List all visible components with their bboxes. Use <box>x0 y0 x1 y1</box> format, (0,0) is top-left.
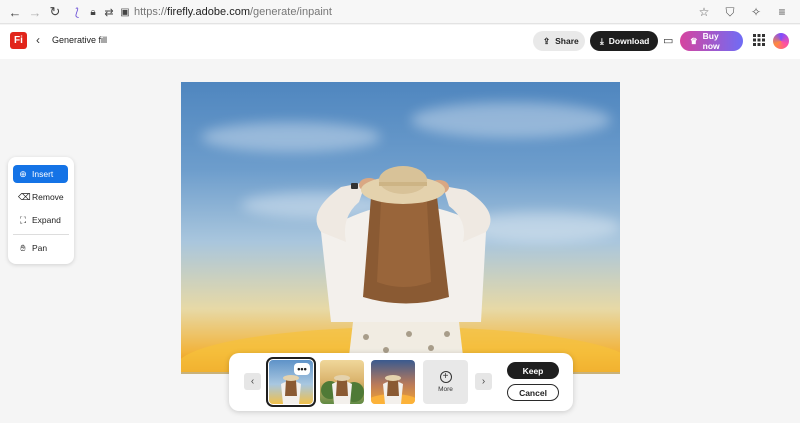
keep-button[interactable]: Keep <box>507 362 559 379</box>
plus-icon: + <box>439 371 452 383</box>
address-bar[interactable]: https://firefly.adobe.com/generate/inpai… <box>134 3 722 21</box>
tool-pan-label: Pan <box>32 243 48 253</box>
tool-divider <box>13 234 69 235</box>
shield-icon[interactable]: ⛉ <box>720 2 740 22</box>
chevron-right-icon: › <box>481 376 486 387</box>
user-avatar[interactable] <box>773 33 789 49</box>
sparkle-icon[interactable]: ✧ <box>746 2 766 22</box>
firefly-logo[interactable]: Fi <box>10 32 27 49</box>
variation-panel: ‹ ••• + More › Keep Cancel <box>229 353 573 411</box>
download-button[interactable]: ⤓ Download <box>590 31 658 51</box>
more-options-icon[interactable]: ••• <box>294 363 310 375</box>
menu-icon[interactable]: ≡ <box>772 2 792 22</box>
crown-icon: ♛ <box>690 35 698 46</box>
tool-expand[interactable]: ⛶ Expand <box>13 211 68 229</box>
tool-pan[interactable]: ✋︎ Pan <box>13 239 68 257</box>
browser-toolbar: ← → ↻ ⟅ 🔒︎ ⇄ ▣ https://firefly.adobe.com… <box>0 0 800 24</box>
share-button[interactable]: ⇪ Share <box>533 31 585 51</box>
variation-thumb-2[interactable] <box>320 360 364 404</box>
reload-icon[interactable]: ↻ <box>44 1 66 23</box>
tool-panel: ⊕ Insert ⌫ Remove ⛶ Expand ✋︎ Pan <box>8 157 74 264</box>
cancel-button[interactable]: Cancel <box>507 384 559 401</box>
insert-brush-icon: ⊕ <box>19 168 27 179</box>
tool-expand-label: Expand <box>32 215 61 225</box>
more-label: More <box>438 386 453 393</box>
variation-thumb-3[interactable] <box>371 360 415 404</box>
chevron-left-icon: ‹ <box>250 376 255 387</box>
apps-grid-icon[interactable] <box>753 34 765 46</box>
tool-insert-label: Insert <box>32 169 54 179</box>
page-icon[interactable]: ▣ <box>114 1 136 23</box>
share-icon: ⇪ <box>543 35 551 46</box>
share-label: Share <box>555 36 579 46</box>
tool-insert[interactable]: ⊕ Insert <box>13 165 68 183</box>
buy-now-label: Buy now <box>702 31 720 51</box>
back-arrow-icon[interactable]: ← <box>4 1 26 23</box>
woman-in-hat-photo <box>181 166 620 373</box>
variation-thumb-2-image <box>321 375 364 404</box>
hand-icon: ✋︎ <box>20 242 26 253</box>
variation-thumb-3-image <box>371 375 415 404</box>
url-path: /generate/inpaint <box>249 6 332 18</box>
eraser-icon: ⌫ <box>18 191 31 202</box>
back-chevron-icon[interactable]: ‹ <box>36 33 40 47</box>
variation-thumb-1[interactable]: ••• <box>266 357 316 407</box>
app-header: Fi ‹ Generative fill ⇪ Share ⤓ Download … <box>0 25 800 59</box>
more-variations-button[interactable]: + More <box>423 360 468 404</box>
star-icon[interactable]: ☆ <box>694 2 714 22</box>
download-icon: ⤓ <box>600 35 604 46</box>
url-host: firefly.adobe.com <box>167 6 250 18</box>
comment-icon[interactable]: ▭ <box>663 34 673 47</box>
download-label: Download <box>608 36 650 46</box>
tool-remove-label: Remove <box>32 192 64 202</box>
tool-remove[interactable]: ⌫ Remove <box>13 188 68 206</box>
url-prefix: https:// <box>134 6 168 18</box>
canvas-image[interactable] <box>181 82 620 373</box>
previous-variation-button[interactable]: ‹ <box>244 373 261 390</box>
forward-arrow-icon[interactable]: → <box>24 1 46 23</box>
page-title: Generative fill <box>52 35 108 45</box>
expand-icon: ⛶ <box>19 214 27 225</box>
buy-now-button[interactable]: ♛ Buy now <box>680 31 743 51</box>
next-variation-button[interactable]: › <box>475 373 492 390</box>
